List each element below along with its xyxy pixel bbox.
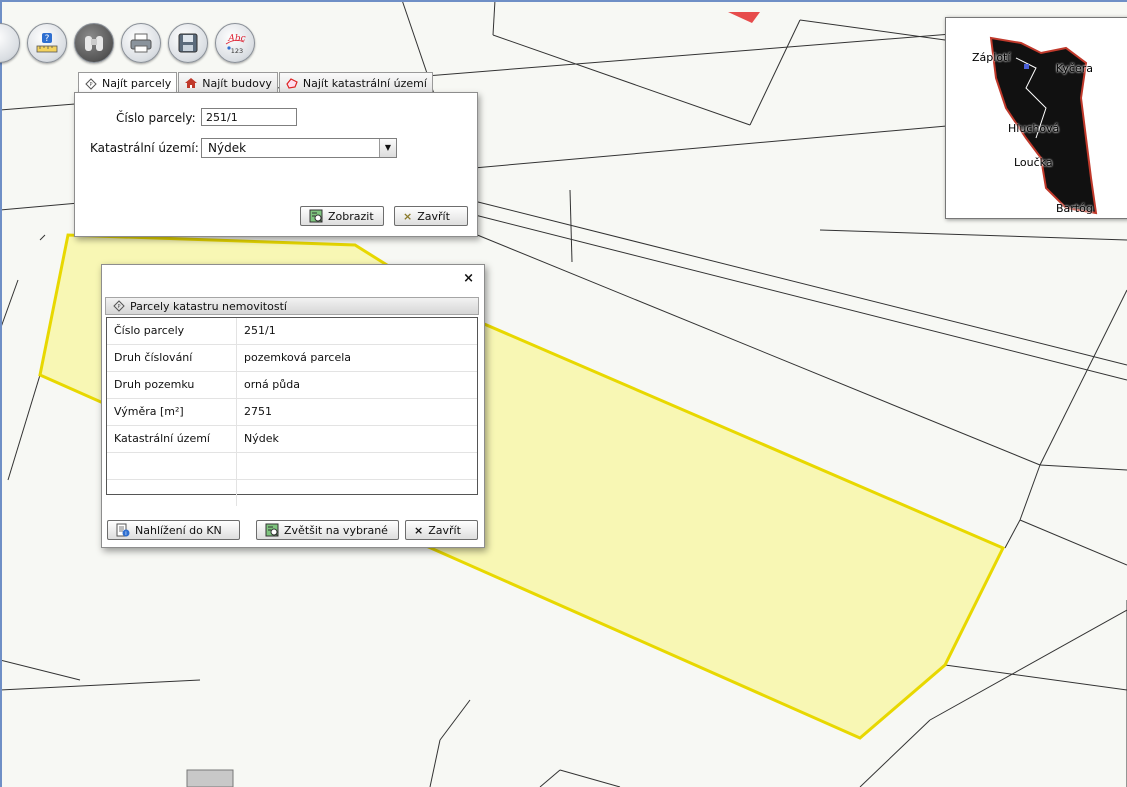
parcel-icon: P [112, 299, 126, 313]
close-icon[interactable]: × [463, 271, 474, 286]
attribute-value: 251/1 [244, 324, 276, 337]
abc-label-icon: Abc 123 [225, 34, 246, 55]
find-parcels-panel: Číslo parcely: 251/1 Katastrální území: … [74, 92, 478, 237]
measure-button[interactable]: ? [27, 23, 67, 63]
table-row-empty [107, 480, 477, 506]
overview-map[interactable]: Záplotí Kyčera Hluchová Loučka Bartóg [945, 17, 1127, 219]
close-button[interactable]: × Zavřít [405, 520, 478, 540]
parcel-icon: P [84, 77, 98, 91]
view-kn-button[interactable]: i Nahlížení do KN [107, 520, 240, 540]
close-button-label: Zavřít [428, 523, 461, 537]
binoculars-icon [85, 36, 103, 51]
table-row: Druh číslování pozemková parcela [107, 345, 477, 372]
save-icon [178, 33, 198, 53]
chevron-down-icon[interactable]: ▼ [379, 139, 396, 157]
overview-place-label: Loučka [1014, 156, 1053, 169]
attribute-value: orná půda [244, 378, 300, 391]
parcel-number-input[interactable]: 251/1 [201, 108, 297, 126]
parcel-attributes-table: Číslo parcely 251/1 Druh číslování pozem… [106, 317, 478, 506]
svg-text:P: P [117, 304, 120, 310]
svg-text:P: P [89, 82, 92, 88]
cadastral-area-select[interactable]: Nýdek ▼ [201, 138, 397, 158]
save-button[interactable] [168, 23, 208, 63]
table-row: Číslo parcely 251/1 [107, 318, 477, 345]
attribute-value: 2751 [244, 405, 272, 418]
tab-find-parcels[interactable]: P Najít parcely [78, 72, 178, 94]
attribute-name: Druh číslování [107, 345, 237, 371]
overview-place-label: Hluchová [1008, 122, 1060, 135]
tab-label: Najít budovy [202, 76, 272, 90]
find-tabs: P Najít parcely Najít budovy Najít katas… [78, 72, 433, 94]
house-icon [184, 76, 198, 90]
tab-label: Najít parcely [102, 77, 172, 90]
attribute-value: Nýdek [244, 432, 279, 445]
cadastral-area-label: Katastrální území: [90, 141, 199, 155]
table-row: Výměra [m²] 2751 [107, 399, 477, 426]
area-icon [285, 76, 299, 90]
parcel-number-label: Číslo parcely: [116, 111, 196, 125]
search-button[interactable] [74, 23, 114, 63]
zoom-selected-label: Zvětšit na vybrané [284, 523, 388, 537]
zoom-map-icon [265, 523, 279, 537]
table-row: Druh pozemku orná půda [107, 372, 477, 399]
show-button-label: Zobrazit [328, 209, 374, 223]
zoom-map-icon [309, 209, 323, 223]
svg-text:?: ? [45, 34, 50, 44]
overview-map-graphic [989, 36, 1098, 215]
tab-label: Najít katastrální území [302, 76, 427, 90]
print-button[interactable] [121, 23, 161, 63]
cadastral-area-value: Nýdek [208, 141, 247, 155]
parcel-info-dialog: × P Parcely katastru nemovitostí Číslo p… [101, 264, 485, 548]
label-button[interactable]: Abc 123 [215, 23, 255, 63]
close-button[interactable]: × Zavřít [394, 206, 468, 226]
overview-place-label: Kyčera [1056, 62, 1094, 75]
svg-text:i: i [125, 531, 126, 537]
tab-find-cadastral-area[interactable]: Najít katastrální území [278, 72, 433, 93]
overview-place-label: Záplotí [972, 51, 1011, 64]
table-row: Katastrální území Nýdek [107, 426, 477, 453]
info-document-icon: i [116, 523, 130, 537]
overview-place-label: Bartóg [1056, 202, 1093, 215]
attribute-name: Číslo parcely [107, 318, 237, 344]
label-icon-text: Abc [227, 34, 245, 44]
close-icon: × [414, 523, 424, 537]
tab-find-buildings[interactable]: Najít budovy [178, 72, 278, 93]
attribute-name: Katastrální území [107, 426, 237, 452]
table-row-empty [107, 453, 477, 480]
show-button[interactable]: Zobrazit [300, 206, 384, 226]
attribute-value: pozemková parcela [244, 351, 352, 364]
attribute-name: Druh pozemku [107, 372, 237, 398]
close-button-label: Zavřít [417, 209, 450, 223]
view-kn-label: Nahlížení do KN [135, 523, 222, 537]
info-header: P Parcely katastru nemovitostí [105, 297, 479, 315]
print-icon [130, 33, 152, 53]
help-ruler-icon: ? [36, 33, 58, 53]
attribute-name: Výměra [m²] [107, 399, 237, 425]
close-icon: × [403, 209, 413, 223]
label-icon-number: 123 [231, 47, 243, 55]
info-title: Parcely katastru nemovitostí [130, 299, 287, 313]
zoom-selected-button[interactable]: Zvětšit na vybrané [256, 520, 399, 540]
